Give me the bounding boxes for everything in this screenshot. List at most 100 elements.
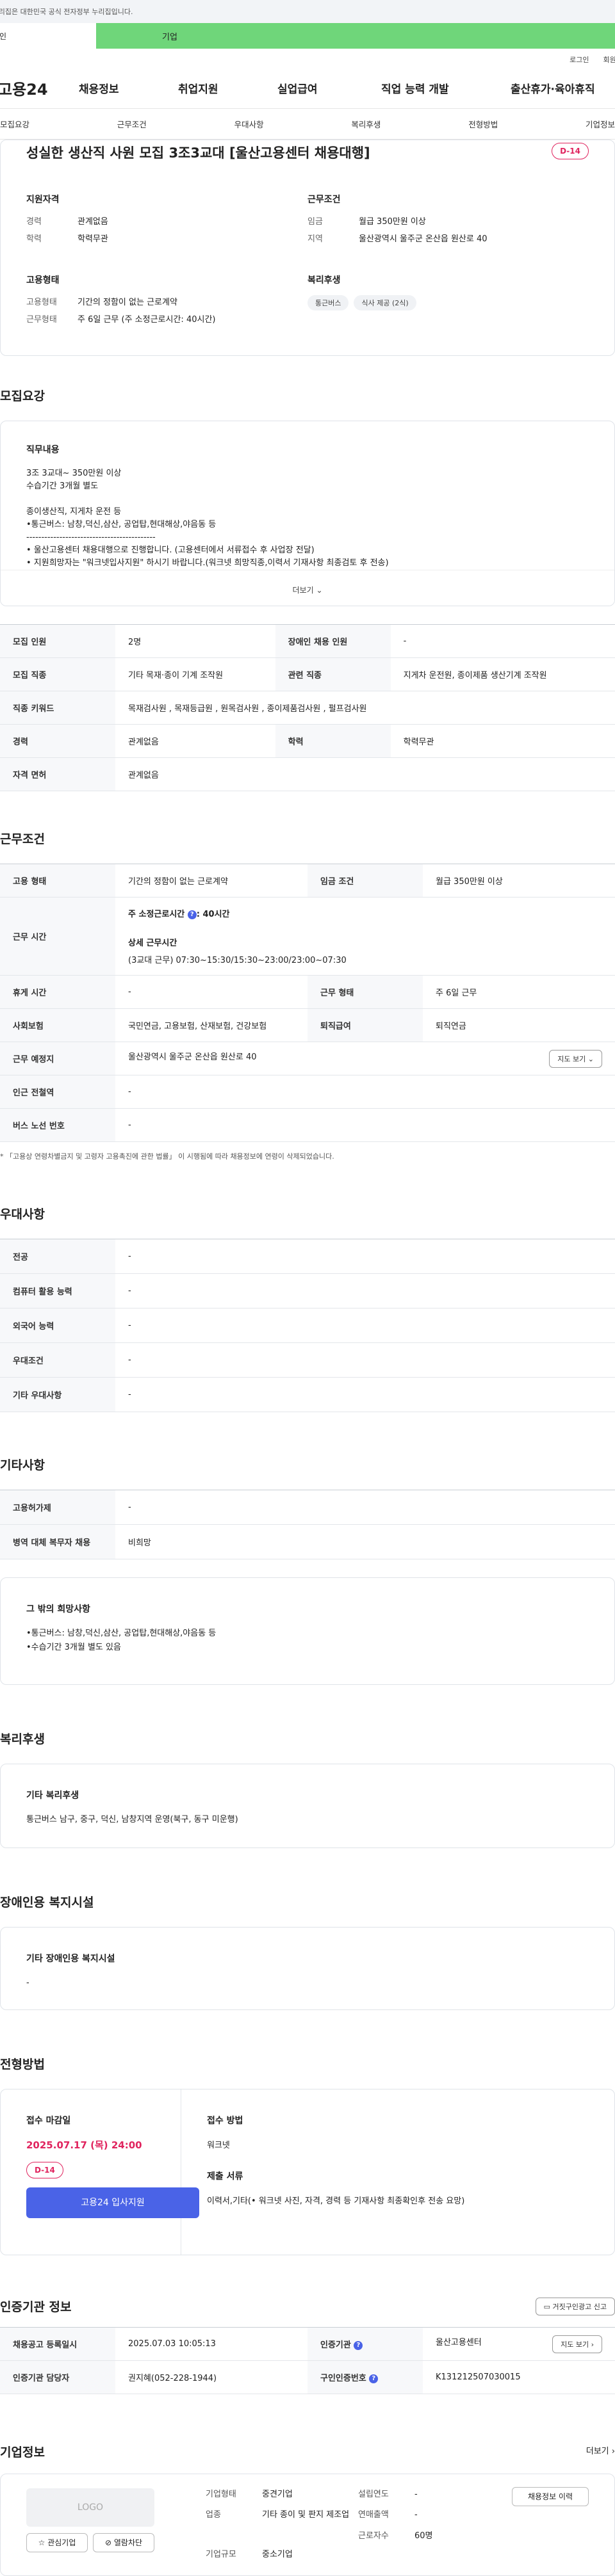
- table-header-cell: 기타 우대사항: [0, 1377, 115, 1412]
- disability-box-text: -: [26, 1978, 29, 1988]
- company-card: LOGO ☆ 관심기업 ⊘ 열람차단 기업형태 중견기업 설립연도 - 업종 기타 종이…: [0, 2474, 615, 2576]
- help-icon[interactable]: ?: [369, 2374, 379, 2383]
- disability-box: 기타 장애인용 복지시설 -: [0, 1927, 615, 2010]
- industry-label: 업종: [206, 2510, 221, 2520]
- block-company-button[interactable]: ⊘ 열람차단: [93, 2533, 154, 2552]
- table-row: 병역 대체 복무자 채용 비희망: [0, 1524, 615, 1559]
- apply-button[interactable]: 고용24 입사지원: [26, 2187, 199, 2218]
- table-header-cell: 컴퓨터 활용 능력: [0, 1273, 115, 1308]
- work-place-value: 울산광역시 울주군 온산읍 원산로 40: [128, 1052, 257, 1062]
- report-fake-ad-button[interactable]: ▭ 거짓구인광고 신고: [535, 2298, 615, 2315]
- tab-company[interactable]: 기업: [96, 23, 615, 49]
- gnb-item-jobs[interactable]: 채용정보: [79, 80, 178, 96]
- org-map-label: 지도 보기: [561, 2340, 589, 2349]
- employees-label: 근로자수: [358, 2531, 389, 2541]
- site-logo[interactable]: 고용24: [0, 77, 79, 99]
- signup-link[interactable]: 회원가입: [603, 54, 615, 68]
- company-info-grid: 기업형태 중견기업 설립연도 - 업종 기타 종이 및 판지 제조업 연매출액 - 근로자수 6…: [206, 2487, 433, 2568]
- table-row: 전공 -: [0, 1239, 615, 1274]
- table-header-cell: 우대조건: [0, 1342, 115, 1378]
- table-cell: 비희망: [115, 1524, 615, 1559]
- welfare-chip: 통근버스: [308, 295, 349, 310]
- table-row: 인근 전철역 -: [0, 1075, 615, 1109]
- welfare-chip: 식사 제공 (2식): [354, 295, 416, 310]
- table-header-cell: 근무 시간: [0, 897, 115, 976]
- tab-person[interactable]: 개인: [0, 23, 96, 49]
- welfare-box-title: 기타 복리후생: [26, 1791, 79, 1801]
- login-link[interactable]: 로그인: [570, 54, 589, 68]
- hours-main-value: : 40시간: [196, 910, 230, 919]
- industry-value: 기타 종이 및 판지 제조업: [262, 2510, 350, 2520]
- summary-qualification: 지원자격 경력 관계없음 학력 학력무관: [26, 193, 308, 249]
- table-header-cell: 관련 직종: [275, 657, 391, 691]
- gnb-item-employment-support[interactable]: 취업지원: [178, 80, 277, 96]
- table-cell: 주 소정근로시간 ?: 40시간 상세 근무시간 (3교대 근무) 07:30~…: [115, 897, 615, 976]
- help-icon[interactable]: ?: [187, 910, 197, 919]
- gnb-item-parental-leave[interactable]: 출산휴가·육아휴직: [511, 80, 595, 96]
- gnb-item-unemployment-benefit[interactable]: 실업급여: [277, 80, 381, 96]
- tab-person-label: 개인: [0, 32, 7, 41]
- company-size-label: 기업규모: [206, 2550, 236, 2559]
- favorite-company-button[interactable]: ☆ 관심기업: [26, 2533, 88, 2552]
- summary-conditions: 근무조건 임금 월급 350만원 이상 지역 울산광역시 울주군 온산읍 원산로 4…: [308, 193, 589, 249]
- dday-badge: D-14: [552, 143, 589, 159]
- map-button[interactable]: 지도 보기 ⌄: [549, 1049, 602, 1068]
- table-cell: -: [115, 1108, 615, 1142]
- table-cell: 관계없음: [115, 724, 275, 758]
- table-row: 휴게 시간 - 근무 형태 주 6일 근무: [0, 975, 615, 1009]
- career-label: 경력: [26, 217, 42, 227]
- job-description-title: 직무내용: [26, 445, 60, 455]
- table-cell: 퇴직연금: [423, 1008, 615, 1042]
- table-header-cell: 모집 직종: [0, 657, 115, 691]
- welfare-box: 기타 복리후생 통근버스 남구, 중구, 덕신, 남창지역 운영(북구, 동구 …: [0, 1764, 615, 1848]
- documents-title: 제출 서류: [207, 2171, 243, 2182]
- table-header-cell: 근무 예정지: [0, 1042, 115, 1075]
- company-logo-placeholder: LOGO: [26, 2488, 154, 2527]
- member-type-tabs: 개인 기업: [0, 23, 615, 49]
- other-wishes-box: 그 밖의 희망사항 •통근버스: 남창,덕신,삼산, 공업탑,현대해상,야음동 …: [0, 1577, 615, 1685]
- company-more-link[interactable]: 더보기 ›: [586, 2444, 615, 2456]
- deadline-panel: 접수 마감일 2025.07.17 (목) 24:00 D-14 고용24 입사…: [1, 2089, 199, 2255]
- employees-value: 60명: [414, 2531, 433, 2541]
- table-header-cell: 채용공고 등록일시: [0, 2327, 115, 2361]
- table-cell: 관계없음: [115, 757, 615, 791]
- section-title-selection: 전형방법: [0, 2057, 45, 2072]
- map-button-label: 지도 보기: [557, 1054, 586, 1063]
- table-row: 근무 예정지 울산광역시 울주군 온산읍 원산로 40 지도 보기 ⌄: [0, 1042, 615, 1075]
- table-header-cell: 퇴직급여: [308, 1008, 423, 1042]
- table-header-cell: 휴게 시간: [0, 975, 115, 1009]
- welfare-box-text: 통근버스 남구, 중구, 덕신, 남창지역 운영(북구, 동구 미운행): [26, 1815, 238, 1824]
- table-header-cell: 고용허가제: [0, 1490, 115, 1525]
- summary-welfare-title: 복리후생: [308, 275, 341, 286]
- anchor-work[interactable]: 근무조건: [117, 118, 147, 130]
- anchor-welfare[interactable]: 복리후생: [351, 118, 381, 130]
- table-cell: -: [115, 1239, 615, 1274]
- table-cell: -: [115, 1490, 615, 1525]
- table-header-cell: 사회보험: [0, 1008, 115, 1042]
- table-row: 컴퓨터 활용 능력 -: [0, 1273, 615, 1308]
- education-label: 학력: [26, 234, 42, 244]
- method-title: 접수 방법: [207, 2116, 243, 2126]
- work-form-label: 근무형태: [26, 315, 57, 325]
- table-header-cell: 자격 면허: [0, 757, 115, 791]
- area-value: 울산광역시 울주군 온산읍 원산로 40: [359, 234, 488, 244]
- recruit-history-button[interactable]: 채용정보 이력: [512, 2487, 589, 2506]
- table-row: 고용 형태 기간의 정함이 없는 근로계약 임금 조건 월급 350만원 이상: [0, 864, 615, 898]
- table-header-cell: 전공: [0, 1239, 115, 1274]
- gnb-item-job-skills[interactable]: 직업 능력 개발: [381, 80, 511, 96]
- anchor-recruit[interactable]: 모집요강: [0, 118, 29, 130]
- anchor-company[interactable]: 기업정보: [586, 118, 615, 130]
- table-row: 직종 키워드 목재검사원 , 목재등급원 , 원목검사원 , 종이제품검사원 , …: [0, 691, 615, 725]
- anchor-selection[interactable]: 전형방법: [468, 118, 498, 130]
- more-button[interactable]: 더보기 ⌄: [1, 570, 614, 606]
- table-cell: 울산고용센터 지도 보기 ›: [423, 2327, 615, 2361]
- org-map-button[interactable]: 지도 보기 ›: [552, 2335, 602, 2353]
- founded-label: 설립연도: [358, 2490, 389, 2499]
- section-anchor-nav: 모집요강 근무조건 우대사항 복리후생 전형방법 기업정보: [0, 109, 615, 140]
- table-header-cell: 인증기관 담당자: [0, 2360, 115, 2394]
- education-value: 학력무관: [78, 234, 108, 244]
- anchor-preference[interactable]: 우대사항: [234, 118, 264, 130]
- help-icon[interactable]: ?: [354, 2340, 363, 2350]
- gov-notice-text: 이 누리집은 대한민국 공식 전자정부 누리집입니다.: [0, 8, 133, 16]
- table-row: 경력 관계없음 학력 학력무관: [0, 724, 615, 758]
